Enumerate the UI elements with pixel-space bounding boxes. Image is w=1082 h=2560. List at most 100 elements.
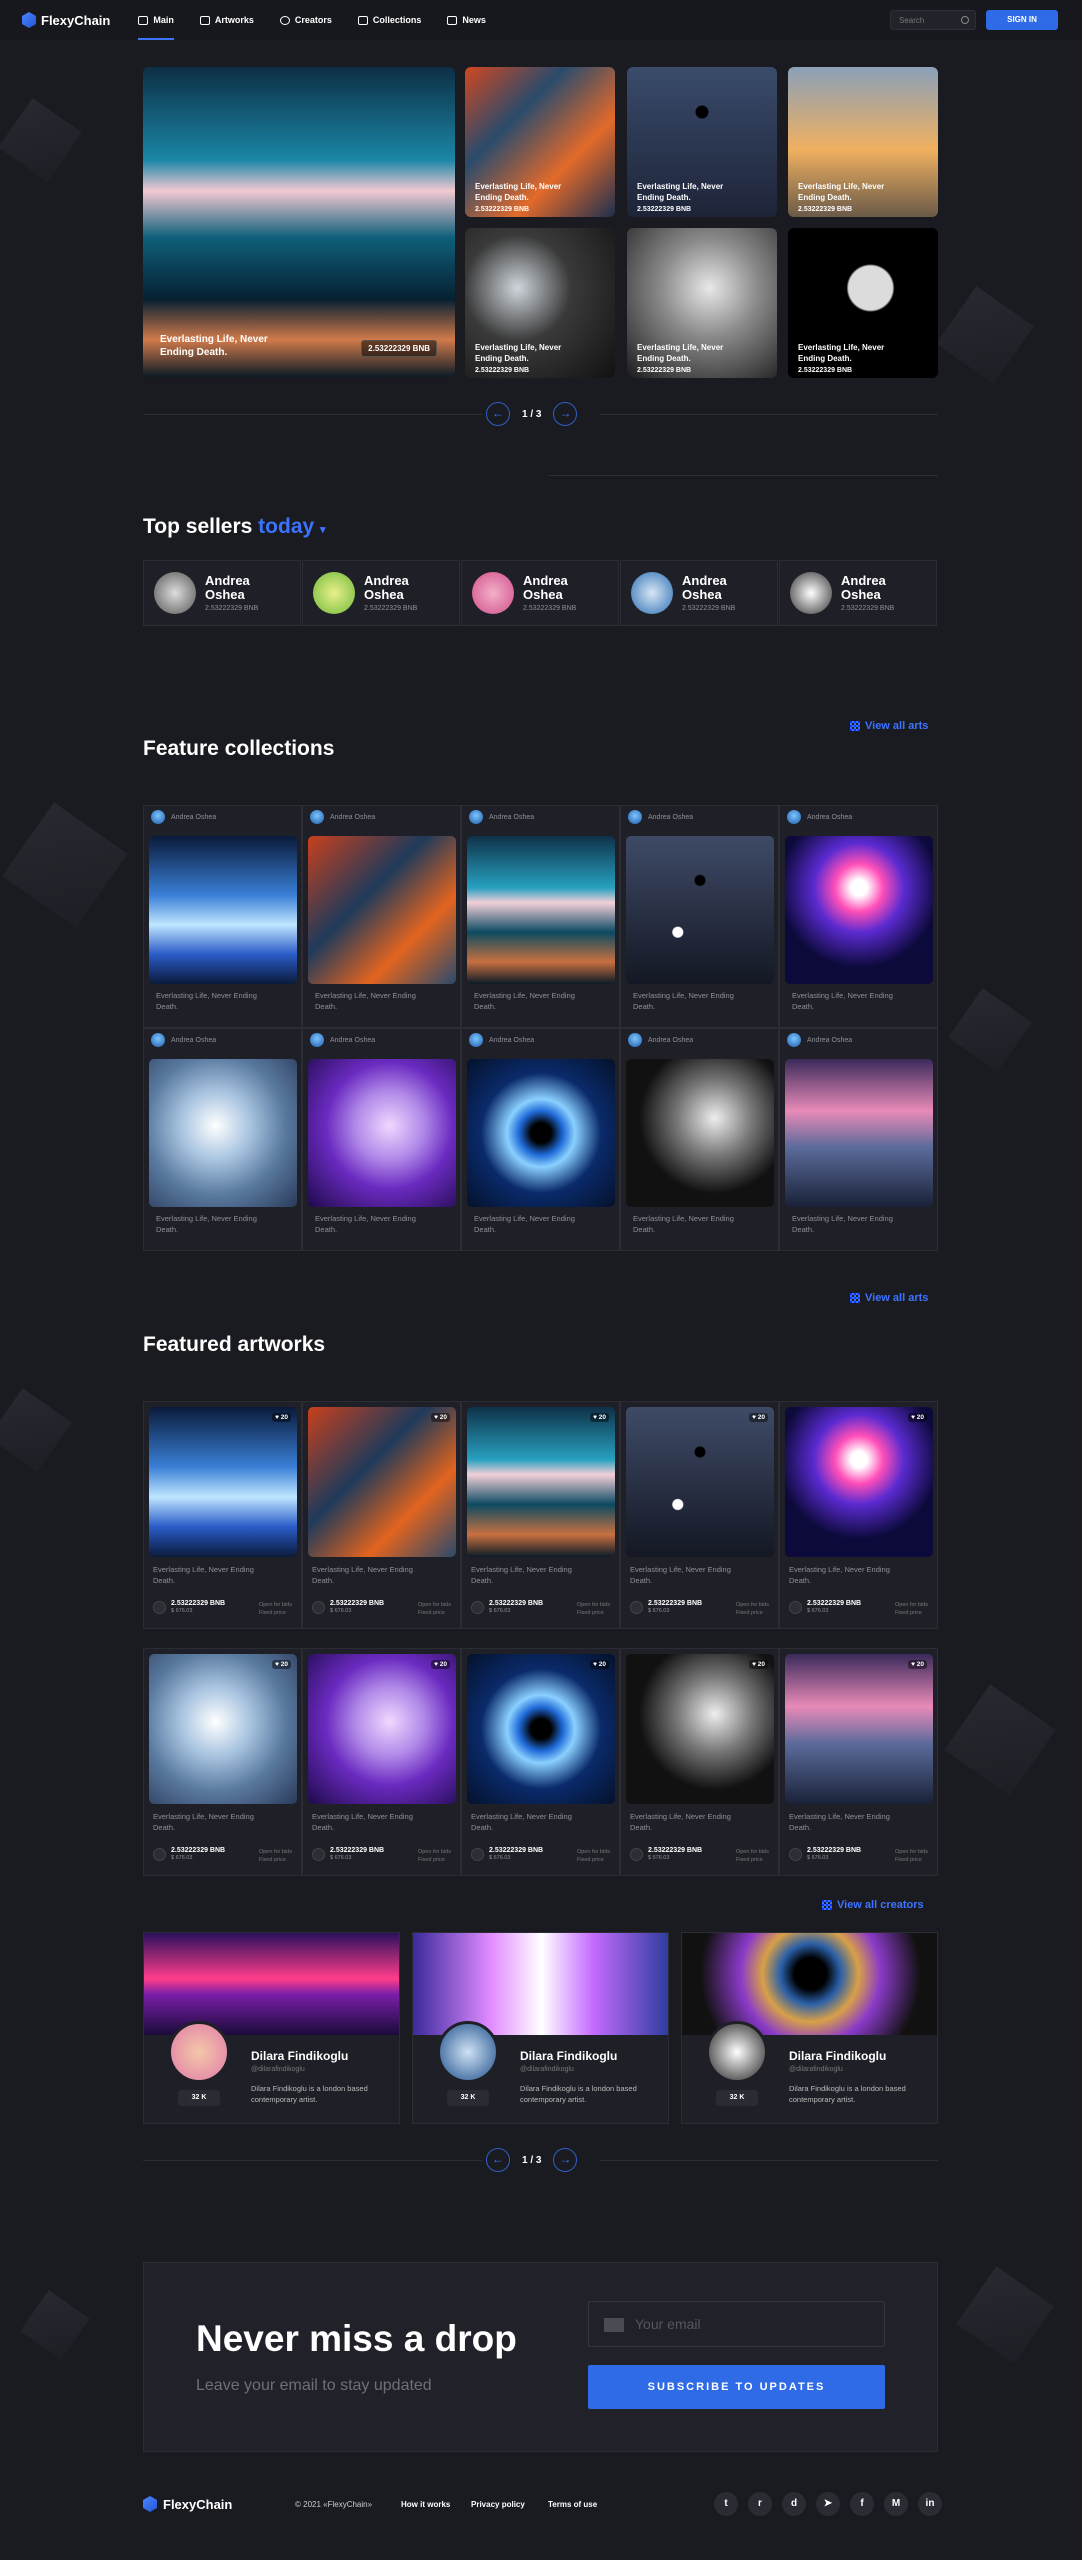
nav-creators[interactable]: Creators — [279, 0, 332, 40]
next-arrow-icon[interactable]: → — [553, 2148, 578, 2172]
reddit-icon[interactable]: r — [748, 2492, 772, 2516]
collection-card[interactable]: Andrea Oshea Everlasting Life, Never Endi… — [461, 805, 620, 1028]
artwork-image[interactable]: ♥ 20 — [467, 1407, 615, 1557]
collection-image[interactable] — [308, 836, 456, 984]
collection-card[interactable]: Andrea Oshea Everlasting Life, Never Endi… — [143, 1028, 302, 1251]
collection-card[interactable]: Andrea Oshea Everlasting Life, Never Endi… — [461, 1028, 620, 1251]
likes-badge[interactable]: ♥ 20 — [272, 1413, 291, 1422]
artwork-card[interactable]: ♥ 20 Everlasting Life, Never Ending Death… — [620, 1401, 779, 1629]
sign-in-button[interactable]: SIGN IN — [986, 10, 1058, 30]
creator-card[interactable]: Dilara Findikoglu @dilarafindikoglu Dila… — [681, 1932, 938, 2124]
hero-main-art[interactable]: Everlasting Life, Never Ending Death. 2.… — [143, 67, 455, 377]
discord-icon[interactable]: d — [782, 2492, 806, 2516]
hero-art-3[interactable]: Everlasting Life, Never Ending Death. 2.5… — [788, 67, 938, 217]
collection-image[interactable] — [308, 1059, 456, 1207]
likes-badge[interactable]: ♥ 20 — [908, 1660, 927, 1669]
subscribe-button[interactable]: SUBSCRIBE TO UPDATES — [588, 2365, 885, 2409]
likes-badge[interactable]: ♥ 20 — [590, 1413, 609, 1422]
collection-owner[interactable]: Andrea Oshea — [787, 1033, 852, 1047]
artwork-card[interactable]: ♥ 20 Everlasting Life, Never Ending Death… — [620, 1648, 779, 1876]
hero-art-4[interactable]: Everlasting Life, Never Ending Death. 2.5… — [465, 228, 615, 378]
seller-card[interactable]: Andrea Oshea 2.53222329 BNB — [461, 560, 619, 626]
likes-badge[interactable]: ♥ 20 — [908, 1413, 927, 1422]
artwork-card[interactable]: ♥ 20 Everlasting Life, Never Ending Death… — [461, 1648, 620, 1876]
collection-owner[interactable]: Andrea Oshea — [151, 810, 216, 824]
artwork-image[interactable]: ♥ 20 — [626, 1654, 774, 1804]
artwork-card[interactable]: ♥ 20 Everlasting Life, Never Ending Death… — [143, 1401, 302, 1629]
nav-collections[interactable]: Collections — [357, 0, 421, 40]
linkedin-icon[interactable]: in — [918, 2492, 942, 2516]
artwork-card[interactable]: ♥ 20 Everlasting Life, Never Ending Death… — [779, 1648, 938, 1876]
collection-image[interactable] — [785, 1059, 933, 1207]
collection-card[interactable]: Andrea Oshea Everlasting Life, Never Endi… — [620, 1028, 779, 1251]
seller-card[interactable]: Andrea Oshea 2.53222329 BNB — [302, 560, 460, 626]
seller-card[interactable]: Andrea Oshea 2.53222329 BNB — [779, 560, 937, 626]
likes-badge[interactable]: ♥ 20 — [431, 1413, 450, 1422]
collection-image[interactable] — [149, 1059, 297, 1207]
collection-owner[interactable]: Andrea Oshea — [310, 1033, 375, 1047]
artwork-image[interactable]: ♥ 20 — [149, 1407, 297, 1557]
likes-badge[interactable]: ♥ 20 — [272, 1660, 291, 1669]
artwork-card[interactable]: ♥ 20 Everlasting Life, Never Ending Death… — [302, 1648, 461, 1876]
collection-image[interactable] — [467, 1059, 615, 1207]
hero-art-1[interactable]: Everlasting Life, Never Ending Death. 2.5… — [465, 67, 615, 217]
collection-owner[interactable]: Andrea Oshea — [628, 1033, 693, 1047]
telegram-icon[interactable]: ➤ — [816, 2492, 840, 2516]
seller-card[interactable]: Andrea Oshea 2.53222329 BNB — [620, 560, 778, 626]
collection-owner[interactable]: Andrea Oshea — [469, 1033, 534, 1047]
hero-art-6[interactable]: Everlasting Life, Never Ending Death. 2.5… — [788, 228, 938, 378]
collection-owner[interactable]: Andrea Oshea — [628, 810, 693, 824]
twitter-icon[interactable]: t — [714, 2492, 738, 2516]
collection-image[interactable] — [785, 836, 933, 984]
artwork-image[interactable]: ♥ 20 — [308, 1407, 456, 1557]
collection-card[interactable]: Andrea Oshea Everlasting Life, Never Endi… — [779, 805, 938, 1028]
search-input[interactable]: Search — [890, 10, 976, 30]
artwork-card[interactable]: ♥ 20 Everlasting Life, Never Ending Death… — [302, 1401, 461, 1629]
next-arrow-icon[interactable]: → — [553, 402, 578, 426]
view-all-creators-link[interactable]: View all creators — [822, 1899, 924, 1911]
artwork-card[interactable]: ♥ 20 Everlasting Life, Never Ending Death… — [461, 1401, 620, 1629]
creator-card[interactable]: Dilara Findikoglu @dilarafindikoglu Dila… — [143, 1932, 400, 2124]
artwork-card[interactable]: ♥ 20 Everlasting Life, Never Ending Death… — [779, 1401, 938, 1629]
collection-image[interactable] — [626, 836, 774, 984]
chevron-down-icon[interactable]: ▾ — [320, 524, 326, 536]
footer-link-terms[interactable]: Terms of use — [548, 2500, 597, 2509]
medium-icon[interactable]: M — [884, 2492, 908, 2516]
likes-badge[interactable]: ♥ 20 — [590, 1660, 609, 1669]
collection-card[interactable]: Andrea Oshea Everlasting Life, Never Endi… — [620, 805, 779, 1028]
prev-arrow-icon[interactable]: ← — [486, 2148, 510, 2172]
view-all-artworks-link[interactable]: View all arts — [850, 1292, 928, 1304]
footer-link-how-it-works[interactable]: How it works — [401, 2500, 450, 2509]
nav-news[interactable]: News — [447, 0, 486, 40]
collection-owner[interactable]: Andrea Oshea — [151, 1033, 216, 1047]
email-field[interactable]: Your email — [588, 2301, 885, 2347]
hero-art-2[interactable]: Everlasting Life, Never Ending Death. 2.5… — [627, 67, 777, 217]
collection-card[interactable]: Andrea Oshea Everlasting Life, Never Endi… — [302, 1028, 461, 1251]
collection-image[interactable] — [149, 836, 297, 984]
search-icon[interactable] — [961, 16, 969, 24]
artwork-image[interactable]: ♥ 20 — [785, 1654, 933, 1804]
logo[interactable]: FlexyChain — [22, 12, 110, 28]
collection-card[interactable]: Andrea Oshea Everlasting Life, Never Endi… — [302, 805, 461, 1028]
collection-owner[interactable]: Andrea Oshea — [310, 810, 375, 824]
footer-link-privacy[interactable]: Privacy policy — [471, 2500, 525, 2509]
prev-arrow-icon[interactable]: ← — [486, 402, 510, 426]
collection-owner[interactable]: Andrea Oshea — [469, 810, 534, 824]
view-all-arts-link[interactable]: View all arts — [850, 720, 928, 732]
hero-art-5[interactable]: Everlasting Life, Never Ending Death. 2.5… — [627, 228, 777, 378]
collection-owner[interactable]: Andrea Oshea — [787, 810, 852, 824]
collection-card[interactable]: Andrea Oshea Everlasting Life, Never Endi… — [143, 805, 302, 1028]
collection-image[interactable] — [626, 1059, 774, 1207]
seller-card[interactable]: Andrea Oshea 2.53222329 BNB — [143, 560, 301, 626]
facebook-icon[interactable]: f — [850, 2492, 874, 2516]
likes-badge[interactable]: ♥ 20 — [749, 1660, 768, 1669]
nav-artworks[interactable]: Artworks — [199, 0, 254, 40]
artwork-image[interactable]: ♥ 20 — [149, 1654, 297, 1804]
artwork-image[interactable]: ♥ 20 — [626, 1407, 774, 1557]
artwork-image[interactable]: ♥ 20 — [785, 1407, 933, 1557]
artwork-image[interactable]: ♥ 20 — [467, 1654, 615, 1804]
creator-card[interactable]: Dilara Findikoglu @dilarafindikoglu Dila… — [412, 1932, 669, 2124]
collection-image[interactable] — [467, 836, 615, 984]
footer-logo[interactable]: FlexyChain — [143, 2496, 232, 2512]
collection-card[interactable]: Andrea Oshea Everlasting Life, Never Endi… — [779, 1028, 938, 1251]
